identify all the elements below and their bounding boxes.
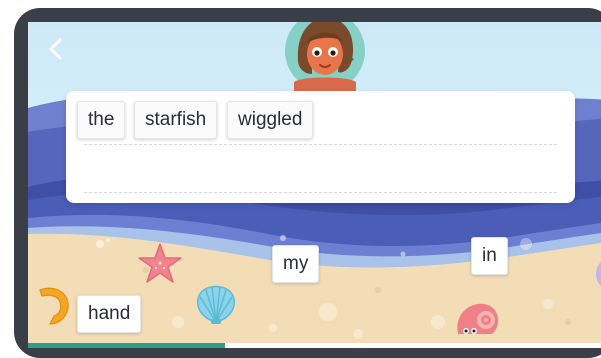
- girl-avatar: [285, 22, 365, 94]
- scallop-shell-icon: [196, 285, 236, 324]
- purple-shell-icon: [596, 261, 601, 287]
- word-bank-chip-in[interactable]: in: [471, 237, 508, 275]
- word-bank-chip-hand[interactable]: hand: [77, 295, 142, 333]
- sentence-word-chip[interactable]: wiggled: [227, 101, 314, 139]
- starfish-icon: [138, 243, 182, 283]
- chevron-left-icon[interactable]: [42, 34, 72, 64]
- sentence-answer-area[interactable]: the starfish wiggled: [66, 91, 575, 203]
- answer-guide-line: [84, 144, 557, 145]
- word-bank-chip-my[interactable]: my: [272, 245, 320, 283]
- lesson-progress-fill: [28, 343, 226, 348]
- conch-shell-icon: [39, 287, 69, 325]
- hermit-crab-icon: [457, 303, 499, 334]
- sentence-word-chip[interactable]: the: [77, 101, 126, 139]
- game-screen: the starfish wiggled my in hand: [28, 22, 601, 348]
- lesson-progress-bar: [28, 343, 601, 348]
- sentence-word-chip[interactable]: starfish: [134, 101, 218, 139]
- answer-guide-line: [84, 192, 557, 193]
